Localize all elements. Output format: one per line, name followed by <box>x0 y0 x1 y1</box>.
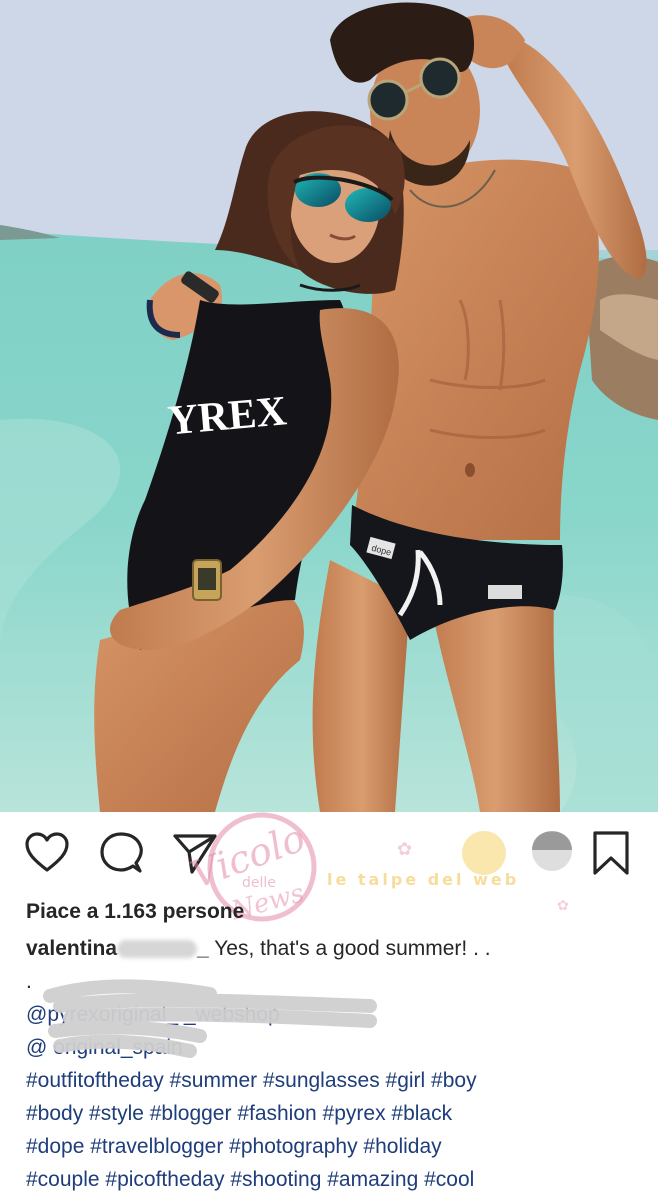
caption-first-line: valentina _ Yes, that's a good summer! . … <box>26 932 636 965</box>
hashtags-line-3[interactable]: #dope #travelblogger #photography #holid… <box>26 1130 636 1163</box>
hashtags-line-4[interactable]: #couple #picoftheday #shooting #amazing … <box>26 1163 636 1196</box>
mention-spain[interactable]: @ original_spain <box>26 1031 636 1064</box>
post-caption: valentina _ Yes, that's a good summer! . … <box>26 932 636 1196</box>
svg-text:✿: ✿ <box>557 897 569 913</box>
bookmark-icon[interactable] <box>588 830 634 876</box>
blurred-username-part <box>117 940 198 959</box>
caption-username[interactable]: valentina <box>26 937 117 960</box>
heart-icon[interactable] <box>24 830 70 876</box>
post-action-bar <box>0 818 658 888</box>
hashtags-line-1[interactable]: #outfitoftheday #summer #sunglasses #gir… <box>26 1064 636 1097</box>
mention-webshop[interactable]: @pyrexoriginal_ _webshop <box>26 998 636 1031</box>
hashtags-line-2[interactable]: #body #style #blogger #fashion #pyrex #b… <box>26 1097 636 1130</box>
caption-dot: . <box>26 970 32 993</box>
likes-count[interactable]: Piace a 1.163 persone <box>26 900 244 924</box>
post-photo[interactable]: dope YREX <box>0 0 658 812</box>
comment-icon[interactable] <box>98 830 144 876</box>
caption-username-suffix[interactable]: _ <box>197 937 209 960</box>
paper-plane-icon[interactable] <box>172 830 218 876</box>
beach-couple-photo: dope YREX <box>0 0 658 812</box>
caption-text: Yes, that's a good summer! . . <box>214 937 491 960</box>
